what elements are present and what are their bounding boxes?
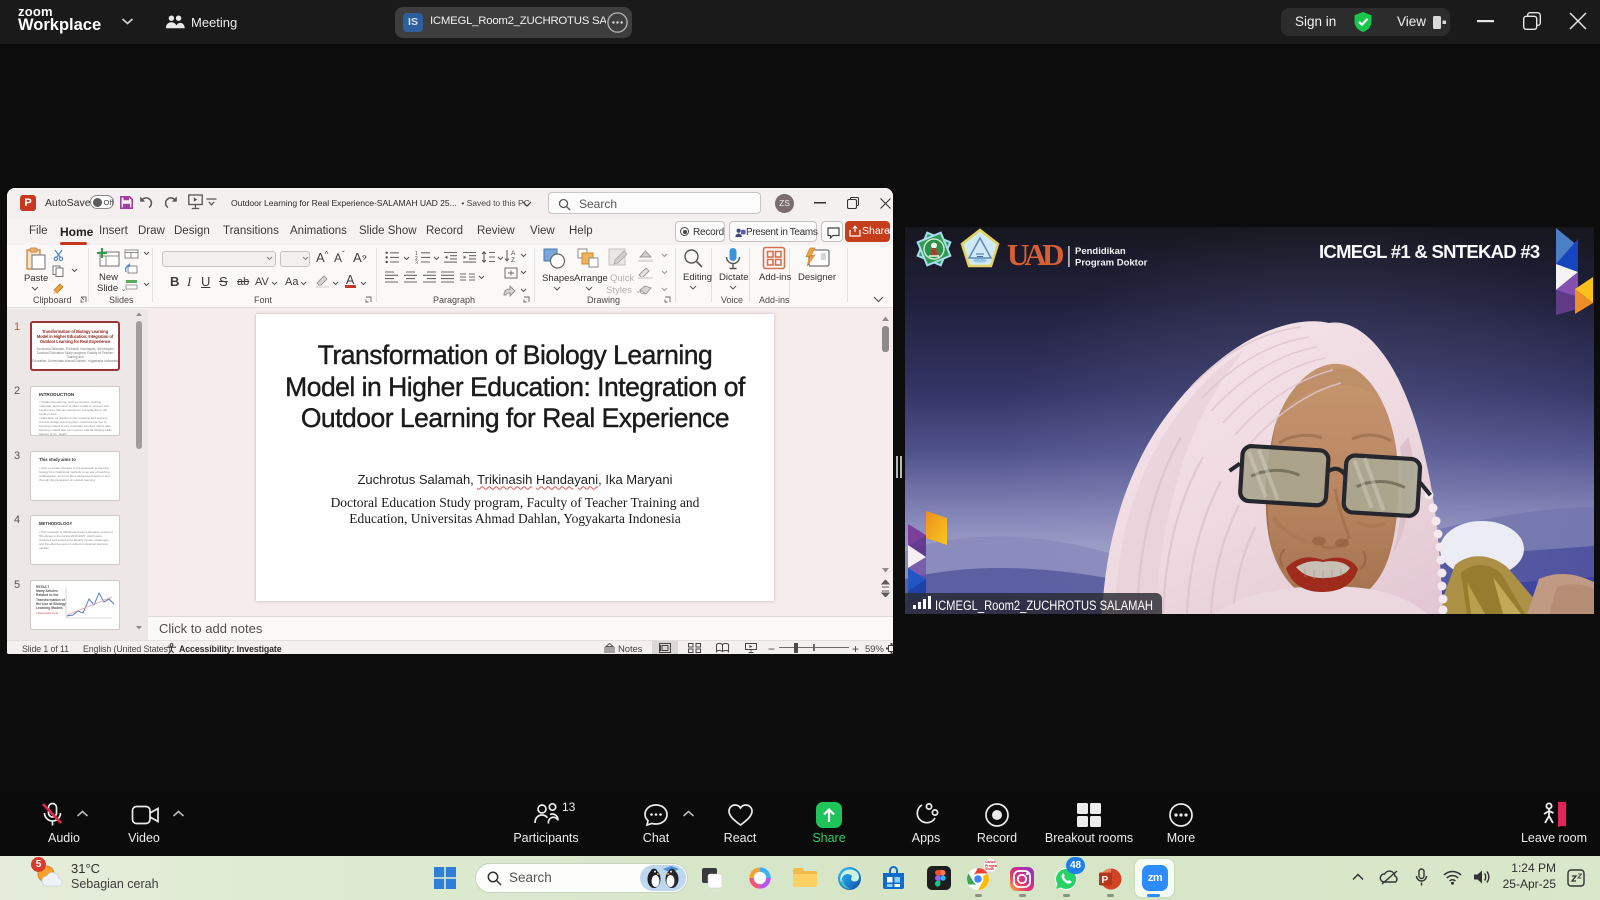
svg-text:Program Doktor: Program Doktor [1075, 258, 1148, 269]
svg-text:P: P [1102, 875, 1109, 886]
svg-text:UAD: UAD [1007, 237, 1063, 272]
svg-text:Pendidikan: Pendidikan [1075, 246, 1126, 257]
svg-text:ICMEGL #1 & SNTEKAD #3: ICMEGL #1 & SNTEKAD #3 [1319, 241, 1540, 262]
svg-text:Z: Z [511, 257, 515, 263]
svg-text:3: 3 [415, 261, 418, 265]
svg-text:A: A [511, 250, 516, 257]
svg-text:ICMEGL_Room2_ZUCHROTUS SALAMAH: ICMEGL_Room2_ZUCHROTUS SALAMAH [935, 598, 1153, 613]
